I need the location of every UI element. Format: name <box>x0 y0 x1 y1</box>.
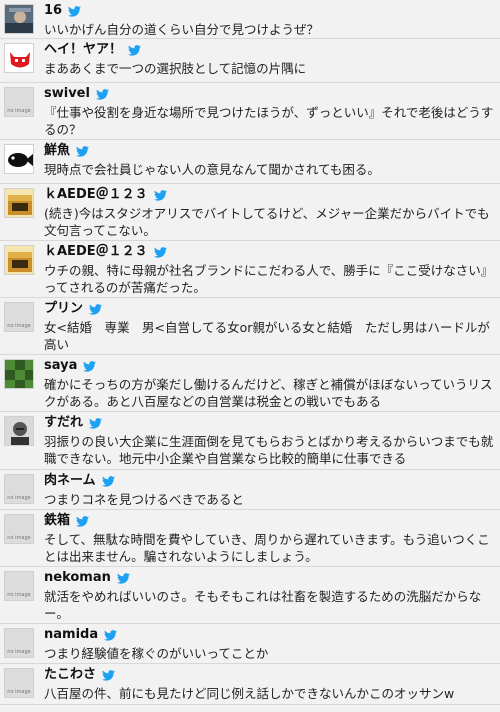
avatar[interactable] <box>4 416 34 446</box>
tweet-text: 羽振りの良い大企業に生涯面倒を見てもらおうとばかり考えるからいつまでも就職できな… <box>44 434 494 466</box>
avatar[interactable]: no image <box>4 87 34 117</box>
tweet-item: no image namida つまり経験値を稼ぐのがいいってことか <box>0 624 500 664</box>
avatar[interactable] <box>4 188 34 218</box>
twitter-bird-icon <box>153 246 167 258</box>
avatar[interactable]: no image <box>4 571 34 601</box>
avatar[interactable]: no image <box>4 474 34 504</box>
twitter-bird-icon <box>128 44 142 56</box>
twitter-bird-icon <box>101 475 115 487</box>
twitter-bird-icon <box>68 5 82 17</box>
tweet-item: ｋAEDE＠１２３ ウチの親、特に母親が社名ブランドにこだわる人で、勝手に『ここ… <box>0 241 500 298</box>
twitter-bird-icon <box>116 572 130 584</box>
tweet-text: 八百屋の件、前にも見たけど同じ例え話しかできないんかこのオッサンw <box>44 686 455 701</box>
tweet-text: ウチの親、特に母親が社名ブランドにこだわる人で、勝手に『ここ受けなさい』ってされ… <box>44 263 494 295</box>
tweet-feed: 16 いいかげん自分の道くらい自分で見つけようぜ？ ヘイ！ヤア！ まああくまで一… <box>0 0 500 705</box>
no-image-placeholder: no image <box>5 475 33 503</box>
avatar[interactable] <box>4 4 34 34</box>
avatar[interactable]: no image <box>4 668 34 698</box>
twitter-bird-icon <box>104 629 118 641</box>
fish-icon <box>5 145 33 173</box>
tweet-author[interactable]: swivel <box>44 86 90 102</box>
tweet-item: 鮮魚 現時点で会社員じゃない人の意見なんて聞かされても困る。 <box>0 140 500 184</box>
avatar[interactable] <box>4 359 34 389</box>
tweet-author[interactable]: 16 <box>44 3 62 19</box>
tweet-item: no image nekoman 就活をやめればいいのさ。そもそもこれは社畜を製… <box>0 567 500 624</box>
tweet-item: ヘイ！ヤア！ まああくまで一つの選択肢として記憶の片隅に <box>0 39 500 83</box>
tweet-author[interactable]: プリン <box>44 301 83 317</box>
tweet-item: no image たこわさ 八百屋の件、前にも見たけど同じ例え話しかできないんか… <box>0 664 500 705</box>
tweet-author[interactable]: 鮮魚 <box>44 143 70 159</box>
tweet-author[interactable]: ヘイ！ヤア！ <box>44 42 122 58</box>
tweet-text: 現時点で会社員じゃない人の意見なんて聞かされても困る。 <box>44 162 380 177</box>
avatar[interactable]: no image <box>4 514 34 544</box>
twitter-bird-icon <box>83 360 97 372</box>
photo-avatar-icon <box>5 5 33 33</box>
twitter-bird-icon <box>95 88 109 100</box>
box-icon <box>5 246 33 274</box>
tweet-text: いいかげん自分の道くらい自分で見つけようぜ？ <box>44 22 320 37</box>
tweet-item: ｋAEDE＠１２３ (続き)今はスタジオアリスでバイトしてるけど、メジャー企業だ… <box>0 184 500 241</box>
tweet-author[interactable]: たこわさ <box>44 667 96 683</box>
avatar[interactable] <box>4 43 34 73</box>
no-image-placeholder: no image <box>5 303 33 331</box>
green-pattern-icon <box>5 360 33 388</box>
no-image-placeholder: no image <box>5 669 33 697</box>
twitter-bird-icon <box>89 303 103 315</box>
tweet-author[interactable]: namida <box>44 627 98 643</box>
tweet-item: no image プリン 女<結婚 専業 男<自営してる女or親がいる女と結婚 … <box>0 298 500 355</box>
tweet-author[interactable]: ｋAEDE＠１２３ <box>44 187 148 203</box>
tweet-text: 『仕事や役割を身近な場所で見つけたほうが、ずっといい』それで老後はどうするの？ <box>44 105 494 137</box>
tweet-text: そして、無駄な時間を費やしていき、周りから遅れていきます。もう追いつくことは出来… <box>44 532 490 564</box>
avatar[interactable] <box>4 245 34 275</box>
tweet-item: no image swivel 『仕事や役割を身近な場所で見つけたほうが、ずっと… <box>0 83 500 140</box>
twitter-bird-icon <box>89 417 103 429</box>
tweet-author[interactable]: ｋAEDE＠１２３ <box>44 244 148 260</box>
tweet-item: saya 確かにそっちの方が楽だし働けるんだけど、稼ぎと補償がほぼないっていうリ… <box>0 355 500 412</box>
avatar[interactable] <box>4 144 34 174</box>
tweet-text: まああくまで一つの選択肢として記憶の片隅に <box>44 61 307 76</box>
twitter-bird-icon <box>76 515 90 527</box>
no-image-placeholder: no image <box>5 572 33 600</box>
tweet-item: 16 いいかげん自分の道くらい自分で見つけようぜ？ <box>0 0 500 39</box>
twitter-bird-icon <box>76 145 90 157</box>
avatar[interactable]: no image <box>4 302 34 332</box>
tweet-item: no image 鉄箱 そして、無駄な時間を費やしていき、周りから遅れていきます… <box>0 510 500 567</box>
no-image-placeholder: no image <box>5 88 33 116</box>
tweet-text: 就活をやめればいいのさ。そもそもこれは社畜を製造するための洗脳だからなー。 <box>44 589 482 621</box>
tweet-author[interactable]: nekoman <box>44 570 111 586</box>
red-devil-icon <box>5 44 33 72</box>
box-icon <box>5 189 33 217</box>
portrait-icon <box>5 417 33 445</box>
tweet-item: no image 肉ネーム つまりコネを見つけるべきであると <box>0 470 500 510</box>
tweet-text: 確かにそっちの方が楽だし働けるんだけど、稼ぎと補償がほぼないっていうリスクがある… <box>44 377 493 409</box>
tweet-author[interactable]: 鉄箱 <box>44 513 70 529</box>
tweet-author[interactable]: すだれ <box>44 415 83 431</box>
twitter-bird-icon <box>102 669 116 681</box>
tweet-author[interactable]: saya <box>44 358 77 374</box>
tweet-text: つまりコネを見つけるべきであると <box>44 492 244 507</box>
tweet-item: すだれ 羽振りの良い大企業に生涯面倒を見てもらおうとばかり考えるからいつまでも就… <box>0 412 500 470</box>
tweet-text: 女<結婚 専業 男<自営してる女or親がいる女と結婚 ただし男はハードルが高い <box>44 320 490 352</box>
twitter-bird-icon <box>153 189 167 201</box>
avatar[interactable]: no image <box>4 628 34 658</box>
tweet-author[interactable]: 肉ネーム <box>44 473 96 489</box>
tweet-text: つまり経験値を稼ぐのがいいってことか <box>44 646 269 661</box>
no-image-placeholder: no image <box>5 515 33 543</box>
no-image-placeholder: no image <box>5 629 33 657</box>
tweet-text: (続き)今はスタジオアリスでバイトしてるけど、メジャー企業だからバイトでも文句言… <box>44 206 490 238</box>
